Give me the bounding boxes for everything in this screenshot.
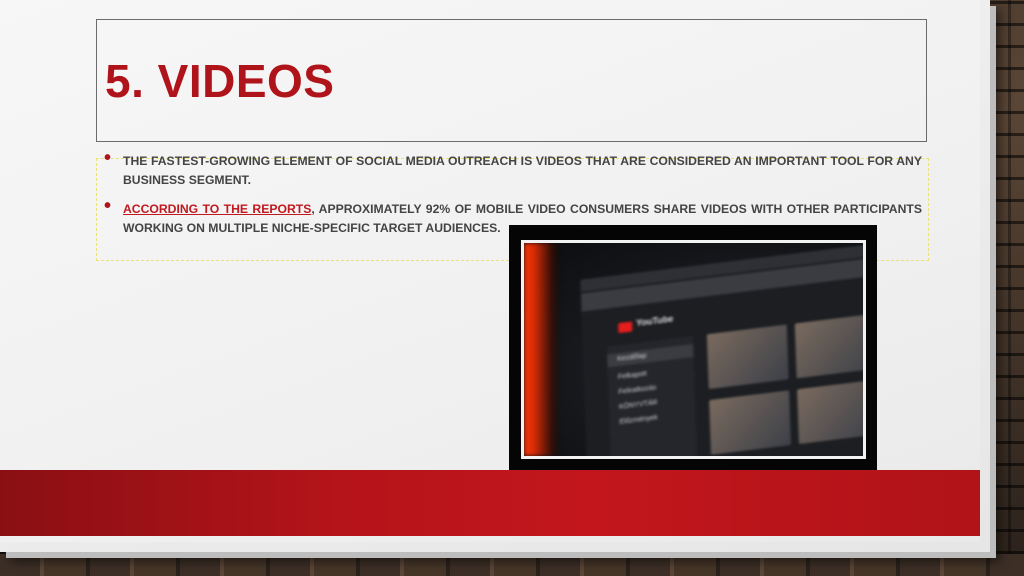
red-light-glow bbox=[524, 243, 560, 456]
video-thumbnails bbox=[706, 313, 863, 456]
sidebar-item-library: KÖNYVTÁR bbox=[618, 399, 658, 412]
video-thumbnail bbox=[706, 324, 789, 390]
sidebar-item-trending: Felkapott bbox=[617, 370, 647, 382]
brick-wall-bottom bbox=[0, 554, 1024, 576]
sidebar-item-subscriptions: Feliratkozás bbox=[618, 384, 657, 397]
reports-link[interactable]: ACCORDING TO THE REPORTS bbox=[123, 202, 311, 216]
bullet-text: THE FASTEST-GROWING ELEMENT OF SOCIAL ME… bbox=[123, 154, 922, 187]
photo-frame: YouTube Kezdőlap Felkapott Feliratkozás … bbox=[509, 225, 877, 470]
video-thumbnail bbox=[794, 313, 863, 379]
bullet-dot-icon: • bbox=[104, 195, 112, 217]
youtube-logo-text: YouTube bbox=[635, 313, 674, 328]
slide-title: 5. VIDEOS bbox=[105, 55, 335, 107]
bullet-dot-icon: • bbox=[104, 147, 112, 169]
youtube-logo-icon bbox=[618, 321, 633, 334]
sidebar-item-history: Előzmények bbox=[619, 414, 658, 427]
youtube-sidebar: Kezdőlap Felkapott Feliratkozás KÖNYVTÁR… bbox=[606, 336, 698, 456]
sidebar-item-home: Kezdőlap bbox=[607, 343, 694, 368]
title-placeholder: 5. VIDEOS bbox=[96, 19, 927, 142]
video-thumbnail bbox=[709, 390, 791, 455]
monitor-screen: YouTube Kezdőlap Felkapott Feliratkozás … bbox=[580, 243, 863, 456]
bullet-item: • THE FASTEST-GROWING ELEMENT OF SOCIAL … bbox=[104, 147, 922, 190]
youtube-screen-photo: YouTube Kezdőlap Felkapott Feliratkozás … bbox=[521, 240, 866, 459]
video-thumbnail bbox=[797, 379, 863, 445]
footer-red-band bbox=[0, 470, 980, 536]
